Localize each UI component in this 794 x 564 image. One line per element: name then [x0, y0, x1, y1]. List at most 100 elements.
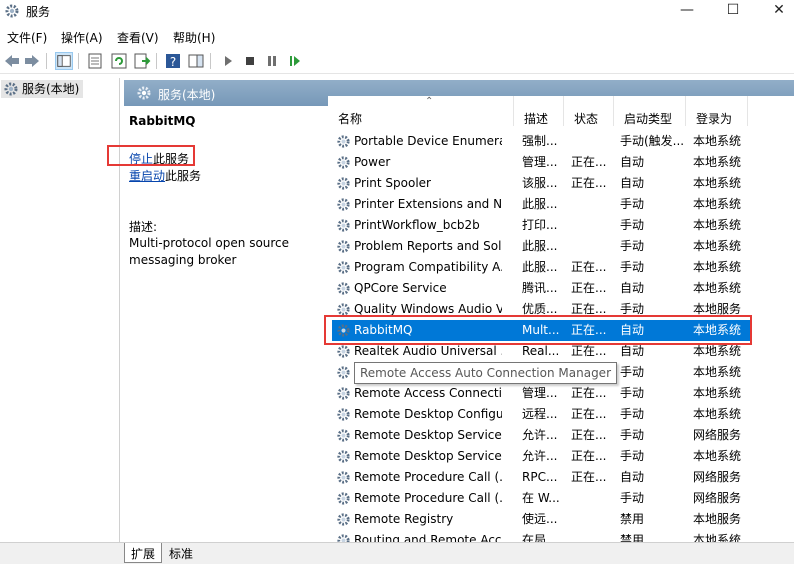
menu-help[interactable]: 帮助(H) — [173, 29, 215, 46]
table-row[interactable]: Remote Desktop Configu... 远程... 正在... 手动 本地系… — [332, 404, 752, 425]
service-name-cell: Remote Procedure Call (... — [354, 470, 502, 484]
service-status-cell: 正在... — [571, 386, 607, 400]
table-row[interactable]: Power 管理... 正在... 自动 本地系统 — [332, 152, 752, 173]
table-row[interactable]: Remote Procedure Call (... 在 W... 手动 网络服务 — [332, 488, 752, 509]
service-description-cell: 远程... — [522, 407, 558, 421]
service-name-cell: Remote Procedure Call (... — [354, 491, 502, 505]
table-row[interactable]: Remote Access Connecti... 管理... 正在... 手动 本地系… — [332, 383, 752, 404]
service-logon-cell: 网络服务 — [693, 428, 742, 442]
service-logon-cell: 本地系统 — [693, 134, 742, 148]
service-status-cell: 正在... — [571, 407, 607, 421]
refresh-icon[interactable] — [110, 52, 128, 70]
service-name-cell: Remote Access Connecti... — [354, 386, 502, 400]
services-gear-icon — [137, 86, 151, 100]
stop-service-icon[interactable] — [241, 52, 259, 70]
tree-node-label: 服务(本地) — [22, 82, 80, 96]
service-logon-cell: 本地系统 — [693, 239, 742, 253]
table-row[interactable]: Remote Procedure Call (... RPC... 正在... 自动 网… — [332, 467, 752, 488]
table-row[interactable]: Routing and Remote Acc... 在局... 禁用 本地系统 — [332, 530, 752, 542]
column-header-log-on-as[interactable]: 登录为 — [686, 96, 748, 126]
service-description-cell: 此服... — [522, 197, 558, 211]
forward-arrow-icon[interactable] — [23, 52, 41, 70]
service-logon-cell: 网络服务 — [693, 470, 742, 484]
restart-service-icon[interactable] — [286, 52, 304, 70]
column-header-name[interactable]: ⌃ 名称 — [328, 96, 514, 126]
back-arrow-icon[interactable] — [3, 52, 21, 70]
services-gear-icon — [4, 82, 18, 96]
table-row[interactable]: Portable Device Enumera... 强制... 手动(触发... 本… — [332, 131, 752, 152]
highlight-stop-service — [107, 145, 195, 166]
pause-service-icon[interactable] — [263, 52, 281, 70]
service-name-cell: Remote Desktop Service... — [354, 449, 502, 463]
service-startup-cell: 手动 — [620, 491, 645, 505]
menu-view[interactable]: 查看(V) — [117, 29, 159, 46]
table-row[interactable]: Program Compatibility A... 此服... 正在... 手动 本地… — [332, 257, 752, 278]
menu-file[interactable]: 文件(F) — [7, 29, 47, 46]
service-name-cell: PrintWorkflow_bcb2b — [354, 218, 480, 232]
column-header-startup-type[interactable]: 启动类型 — [614, 96, 686, 126]
service-startup-cell: 手动 — [620, 449, 645, 463]
export-list-icon[interactable] — [133, 52, 151, 70]
show-hide-action-pane-icon[interactable] — [187, 52, 205, 70]
service-logon-cell: 本地系统 — [693, 449, 742, 463]
tab-standard[interactable]: 标准 — [163, 543, 199, 563]
service-startup-cell: 自动 — [620, 155, 645, 169]
table-row[interactable]: Print Spooler 该服... 正在... 自动 本地系统 — [332, 173, 752, 194]
table-row[interactable]: PrintWorkflow_bcb2b 打印... 手动 本地系统 — [332, 215, 752, 236]
table-row[interactable]: Printer Extensions and N... 此服... 手动 本地系统 — [332, 194, 752, 215]
help-icon[interactable]: ? — [164, 52, 182, 70]
service-description-cell: 管理... — [522, 386, 558, 400]
service-status-cell: 正在... — [571, 470, 607, 484]
console-tree-icon[interactable] — [55, 52, 73, 70]
toolbar-separator — [78, 53, 79, 69]
start-service-icon[interactable] — [219, 52, 237, 70]
properties-icon[interactable] — [86, 52, 104, 70]
table-row[interactable]: Remote Registry 使远... 禁用 本地服务 — [332, 509, 752, 530]
service-name-cell: Routing and Remote Acc... — [354, 533, 502, 542]
view-tabs: 扩展 标准 — [0, 542, 794, 564]
service-logon-cell: 本地系统 — [693, 533, 742, 542]
service-startup-cell: 手动(触发... — [620, 134, 685, 148]
service-description-cell: 在 W... — [522, 491, 560, 505]
service-status-cell: 正在... — [571, 281, 607, 295]
restart-service-link[interactable]: 重启动 — [129, 169, 165, 183]
service-description-cell: 管理... — [522, 155, 558, 169]
column-header-label: 登录为 — [696, 112, 733, 126]
service-name-cell: Print Spooler — [354, 176, 431, 190]
service-status-cell: 正在... — [571, 449, 607, 463]
tab-extended[interactable]: 扩展 — [124, 543, 163, 563]
service-startup-cell: 手动 — [620, 407, 645, 421]
services-gear-icon — [5, 4, 19, 18]
minimize-button[interactable]: — — [664, 0, 710, 22]
service-status-cell: 正在... — [571, 428, 607, 442]
services-window: 服务 — ☐ ✕ 文件(F) 操作(A) 查看(V) 帮助(H) ? 服务(本地… — [0, 0, 794, 564]
service-name-cell: Program Compatibility A... — [354, 260, 502, 274]
table-row[interactable]: Remote Desktop Service... 允许... 正在... 手动 本地系… — [332, 446, 752, 467]
pane-header-title: 服务(本地) — [158, 88, 216, 102]
column-header-label: 启动类型 — [624, 112, 673, 126]
service-name-tooltip: Remote Access Auto Connection Manager — [354, 362, 617, 384]
maximize-button[interactable]: ☐ — [710, 0, 756, 22]
service-startup-cell: 自动 — [620, 470, 645, 484]
service-logon-cell: 本地系统 — [693, 281, 742, 295]
service-startup-cell: 禁用 — [620, 533, 645, 542]
service-description-cell: 此服... — [522, 260, 558, 274]
service-logon-cell: 本地系统 — [693, 260, 742, 274]
service-logon-cell: 本地系统 — [693, 218, 742, 232]
service-name-cell: QPCore Service — [354, 281, 447, 295]
service-description-panel: RabbitMQ 停止此服务 重启动此服务 描述: Multi-protocol… — [124, 106, 328, 542]
menu-action[interactable]: 操作(A) — [61, 29, 103, 46]
table-row[interactable]: Problem Reports and Sol... 此服... 手动 本地系统 — [332, 236, 752, 257]
table-row[interactable]: Remote Desktop Services 允许... 正在... 手动 网络服务 — [332, 425, 752, 446]
service-startup-cell: 手动 — [620, 260, 645, 274]
service-startup-cell: 手动 — [620, 239, 645, 253]
close-button[interactable]: ✕ — [756, 0, 794, 22]
service-logon-cell: 本地系统 — [693, 386, 742, 400]
column-header-status[interactable]: 状态 — [564, 96, 614, 126]
service-logon-cell: 本地系统 — [693, 197, 742, 211]
table-row[interactable]: QPCore Service 腾讯... 正在... 自动 本地系统 — [332, 278, 752, 299]
column-header-description[interactable]: 描述 — [514, 96, 564, 126]
restart-service-row: 重启动此服务 — [129, 167, 201, 184]
tree-node-services-local[interactable]: 服务(本地) — [1, 80, 83, 98]
menu-bar: 文件(F) 操作(A) 查看(V) 帮助(H) — [0, 25, 794, 47]
